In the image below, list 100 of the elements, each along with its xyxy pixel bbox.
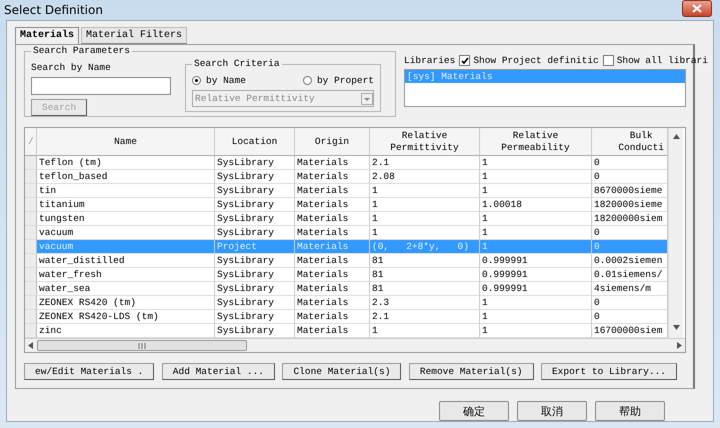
- table-cell: 16700000siem: [592, 324, 668, 338]
- table-cell: teflon_based: [37, 170, 215, 184]
- table-cell: 1: [480, 156, 592, 170]
- table-cell: Materials: [295, 310, 370, 324]
- column-header[interactable]: Origin: [295, 128, 370, 156]
- table-cell: 18200000siem: [592, 212, 668, 226]
- table-cell: 1: [480, 296, 592, 310]
- table-cell: water_sea: [37, 282, 215, 296]
- tab[interactable]: Material Filters: [81, 27, 188, 44]
- table-cell: tin: [37, 184, 215, 198]
- table-cell: 0.999991: [480, 254, 592, 268]
- table-cell: (0, 2+8*y, 0): [370, 240, 480, 254]
- row-header[interactable]: [25, 254, 37, 268]
- checkbox[interactable]: Show all librari: [602, 55, 708, 66]
- column-header[interactable]: Location: [215, 128, 295, 156]
- table-cell: SysLibrary: [215, 226, 295, 240]
- dialog-button[interactable]: 帮助: [595, 401, 665, 421]
- group-title: Search Criteria: [192, 58, 282, 69]
- table-cell: Materials: [295, 240, 370, 254]
- tab[interactable]: Materials: [15, 27, 80, 44]
- row-header[interactable]: [25, 198, 37, 212]
- scroll-right-icon[interactable]: [677, 342, 682, 349]
- table-cell: SysLibrary: [215, 254, 295, 268]
- action-button[interactable]: Remove Material(s): [408, 363, 534, 380]
- table-cell: Materials: [295, 324, 370, 338]
- table-cell: 2.08: [370, 170, 480, 184]
- row-header[interactable]: [25, 212, 37, 226]
- table-cell: 8670000sieme: [592, 184, 668, 198]
- close-button[interactable]: [682, 0, 712, 16]
- table-cell: Materials: [295, 184, 370, 198]
- row-header[interactable]: [25, 240, 37, 254]
- table-cell: 1: [480, 240, 592, 254]
- table-cell: Materials: [295, 296, 370, 310]
- action-button[interactable]: Add Material ...: [162, 363, 276, 380]
- table-cell: 1820000sieme: [592, 198, 668, 212]
- table-cell: SysLibrary: [215, 170, 295, 184]
- table-cell: 1: [480, 170, 592, 184]
- row-header[interactable]: [25, 282, 37, 296]
- row-header[interactable]: [25, 170, 37, 184]
- action-button[interactable]: Clone Material(s): [282, 363, 402, 380]
- row-header[interactable]: [25, 310, 37, 324]
- scroll-left-icon[interactable]: [28, 342, 33, 349]
- table-cell: Materials: [295, 198, 370, 212]
- close-icon: [692, 4, 702, 12]
- table-cell: SysLibrary: [215, 212, 295, 226]
- dialog-button[interactable]: 取消: [517, 401, 587, 421]
- table-cell: ZEONEX RS420 (tm): [37, 296, 215, 310]
- action-button[interactable]: Export to Library...: [540, 363, 677, 380]
- radio-option[interactable]: by Propert: [302, 75, 374, 86]
- table-cell: 2.1: [370, 310, 480, 324]
- table-cell: 1: [370, 226, 480, 240]
- table-cell: 0.999991: [480, 282, 592, 296]
- column-header[interactable]: Relative Permittivity: [370, 128, 480, 156]
- row-header[interactable]: [25, 268, 37, 282]
- table-cell: 0: [592, 170, 668, 184]
- table-cell: Teflon (tm): [37, 156, 215, 170]
- dialog-button[interactable]: 确定: [439, 401, 509, 421]
- table-cell: 4siemens/m: [592, 282, 668, 296]
- grip-icon: [138, 342, 146, 348]
- table-cell: 81: [370, 268, 480, 282]
- table-cell: SysLibrary: [215, 324, 295, 338]
- row-header[interactable]: [25, 296, 37, 310]
- action-button[interactable]: ew/Edit Materials .: [24, 363, 154, 380]
- table-cell: 1: [480, 184, 592, 198]
- table-cell: SysLibrary: [215, 310, 295, 324]
- table-cell: water_distilled: [37, 254, 215, 268]
- table-cell: 1: [370, 184, 480, 198]
- table-cell: SysLibrary: [215, 268, 295, 282]
- table-cell: 0.999991: [480, 268, 592, 282]
- table-cell: water_fresh: [37, 268, 215, 282]
- table-cell: SysLibrary: [215, 296, 295, 310]
- horizontal-scrollbar[interactable]: [25, 338, 685, 352]
- table-cell: 1: [480, 212, 592, 226]
- scroll-down-icon[interactable]: [672, 325, 680, 330]
- table-cell: 0: [592, 296, 668, 310]
- radio-option[interactable]: by Name: [192, 75, 246, 86]
- table-cell: tungsten: [37, 212, 215, 226]
- row-header[interactable]: [25, 156, 37, 170]
- field-label: Search by Name: [31, 62, 112, 73]
- table-cell: 0.01siemens/: [592, 268, 668, 282]
- table-cell: Materials: [295, 226, 370, 240]
- table-cell: SysLibrary: [215, 156, 295, 170]
- table-cell: 1: [480, 226, 592, 240]
- row-header[interactable]: [25, 226, 37, 240]
- scrollbar-thumb[interactable]: [37, 340, 247, 351]
- table-cell: Materials: [295, 170, 370, 184]
- group-title: Search Parameters: [31, 45, 132, 56]
- vertical-scrollbar[interactable]: [668, 128, 683, 338]
- scroll-up-icon[interactable]: [672, 134, 680, 139]
- search-field[interactable]: [31, 77, 171, 95]
- column-header[interactable]: Name: [37, 128, 215, 156]
- table-cell: titanium: [37, 198, 215, 212]
- checkbox[interactable]: Show Project definitic: [459, 55, 599, 66]
- column-header[interactable]: Relative Permeability: [480, 128, 592, 156]
- row-header[interactable]: [25, 184, 37, 198]
- column-header[interactable]: Bulk Conducti: [592, 128, 668, 156]
- table-cell: 1: [480, 324, 592, 338]
- table-cell: Materials: [295, 254, 370, 268]
- table-cell: 2.1: [370, 156, 480, 170]
- table-cell: 1: [480, 310, 592, 324]
